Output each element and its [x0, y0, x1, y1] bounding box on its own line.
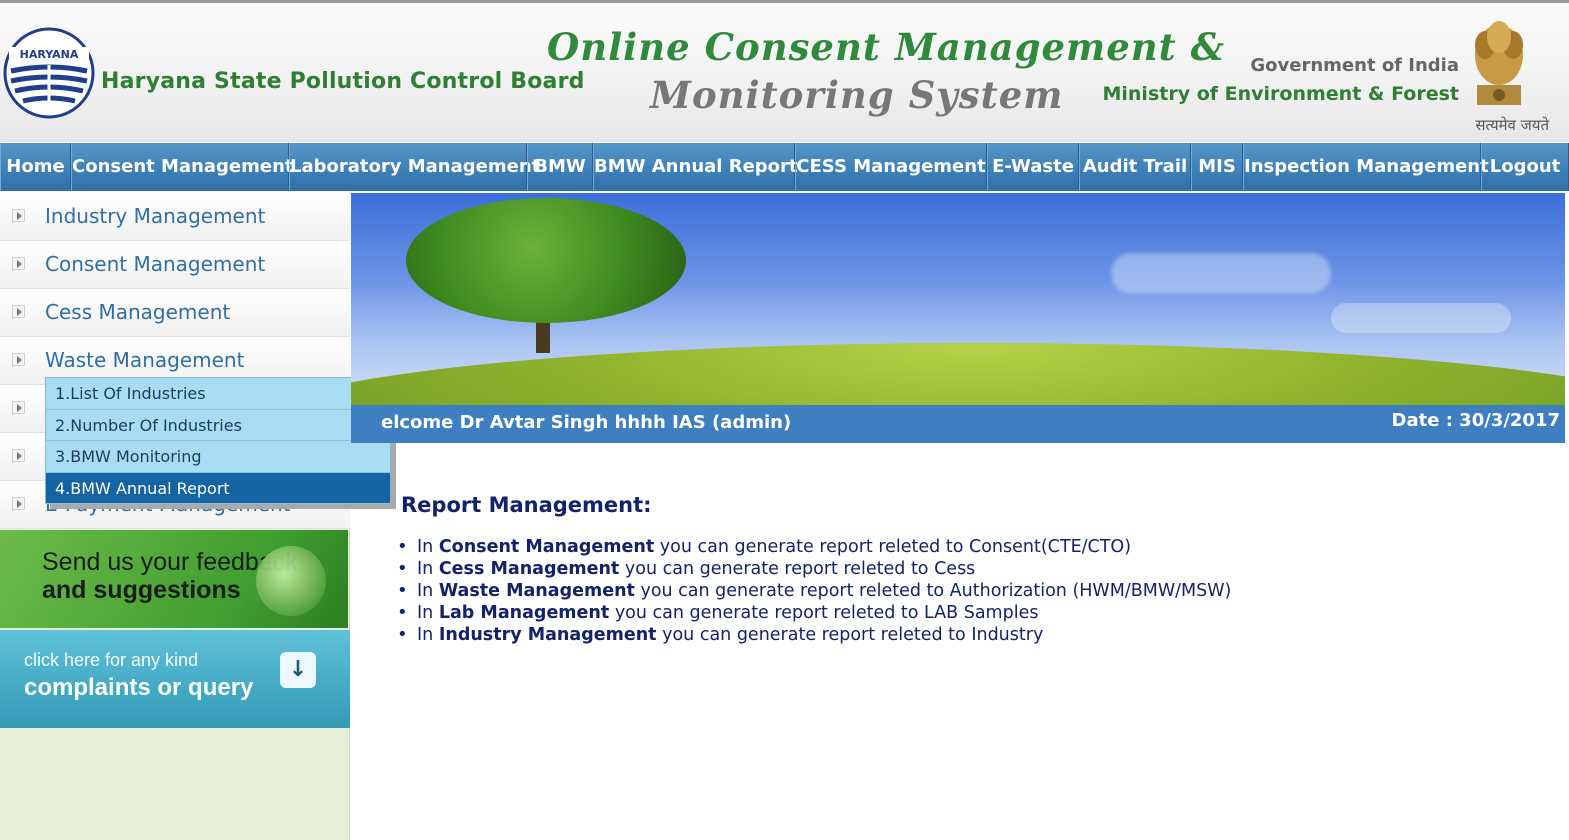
flyout-item-number-of-industries[interactable]: 2.Number Of Industries [46, 410, 390, 441]
report-management-title: Report Management: [401, 493, 652, 517]
nav-bmw[interactable]: BMW [527, 143, 593, 191]
nav-e-waste[interactable]: E-Waste [987, 143, 1079, 191]
hspcb-logo: HARYANA [3, 27, 95, 119]
list-item: In Lab Management you can generate repor… [395, 602, 1231, 624]
chevron-right-icon [12, 305, 25, 318]
hill-shape [351, 343, 1565, 405]
tree-canopy [406, 198, 686, 323]
feedback-line2: and suggestions [42, 576, 241, 604]
list-item: In Waste Management you can generate rep… [395, 580, 1231, 602]
page-header: HARYANA Haryana State Pollution Control … [0, 0, 1569, 142]
sidebar: Industry Management Consent Management C… [0, 193, 350, 840]
ashoka-emblem-icon [1475, 21, 1523, 105]
sidebar-item-cess-management[interactable]: Cess Management [0, 289, 350, 337]
flyout-item-bmw-annual-report[interactable]: 4.BMW Annual Report [46, 472, 390, 504]
complaints-banner[interactable]: click here for any kind complaints or qu… [0, 630, 350, 728]
welcome-text: elcome Dr Avtar Singh hhhh IAS (admin) [381, 412, 792, 433]
complaints-line1: click here for any kind [24, 650, 199, 670]
emblem-motto: सत्यमेव जयते [1475, 116, 1549, 134]
nav-bmw-annual-report[interactable]: BMW Annual Report [593, 143, 798, 191]
nav-inspection-management[interactable]: Inspection Management [1243, 143, 1489, 191]
sidebar-item-label: Waste Management [45, 348, 245, 372]
nav-logout[interactable]: Logout [1481, 143, 1569, 191]
list-item: In Cess Management you can generate repo… [395, 558, 1231, 580]
report-list: In Consent Management you can generate r… [395, 536, 1231, 646]
nav-laboratory-management[interactable]: Laboratory Management [289, 143, 540, 191]
chevron-right-icon [12, 209, 25, 222]
welcome-bar: elcome Dr Avtar Singh hhhh IAS (admin) D… [351, 405, 1565, 443]
sidebar-item-label: Cess Management [45, 300, 231, 324]
board-name: Haryana State Pollution Control Board [101, 69, 585, 94]
nav-consent-management[interactable]: Consent Management [71, 143, 294, 191]
date-text: Date : 30/3/2017 [1391, 410, 1560, 431]
system-title-line1: Online Consent Management & [547, 25, 1226, 69]
ministry-label: Ministry of Environment & Forest [1102, 83, 1459, 105]
chevron-right-icon [12, 401, 25, 414]
flyout-item-bmw-monitoring[interactable]: 3.BMW Monitoring [46, 441, 390, 473]
list-item: In Consent Management you can generate r… [395, 536, 1231, 558]
cloud-shape [1331, 303, 1511, 333]
system-title-line2: Monitoring System [650, 73, 1064, 117]
nav-home[interactable]: Home [0, 143, 71, 191]
chevron-right-icon [12, 257, 25, 270]
sidebar-item-consent-management[interactable]: Consent Management [0, 241, 350, 289]
feedback-banner[interactable]: Send us your feedback and suggestions [0, 530, 348, 628]
cloud-shape [1111, 253, 1331, 293]
main-nav: Home Consent Management Laboratory Manag… [0, 143, 1569, 191]
arrow-down-icon[interactable]: ↓ [280, 652, 316, 688]
nav-audit-trail[interactable]: Audit Trail [1079, 143, 1191, 191]
chevron-right-icon [12, 449, 25, 462]
flyout-item-list-of-industries[interactable]: 1.List Of Industries [46, 378, 390, 410]
hero-banner [351, 193, 1565, 405]
list-item: In Industry Management you can generate … [395, 624, 1231, 646]
globe-icon [256, 546, 326, 616]
nav-mis[interactable]: MIS [1191, 143, 1243, 191]
logo-text: HARYANA [20, 48, 79, 61]
government-label: Government of India [1250, 55, 1459, 76]
sidebar-item-label: Industry Management [45, 204, 266, 228]
chevron-right-icon [12, 353, 25, 366]
sidebar-item-label: Consent Management [45, 252, 266, 276]
complaints-line2: complaints or query [24, 674, 254, 701]
nav-cess-management[interactable]: CESS Management [795, 143, 987, 191]
waste-management-flyout: 1.List Of Industries 2.Number Of Industr… [45, 377, 391, 504]
sidebar-item-industry-management[interactable]: Industry Management [0, 193, 350, 241]
chevron-right-icon [12, 497, 25, 510]
